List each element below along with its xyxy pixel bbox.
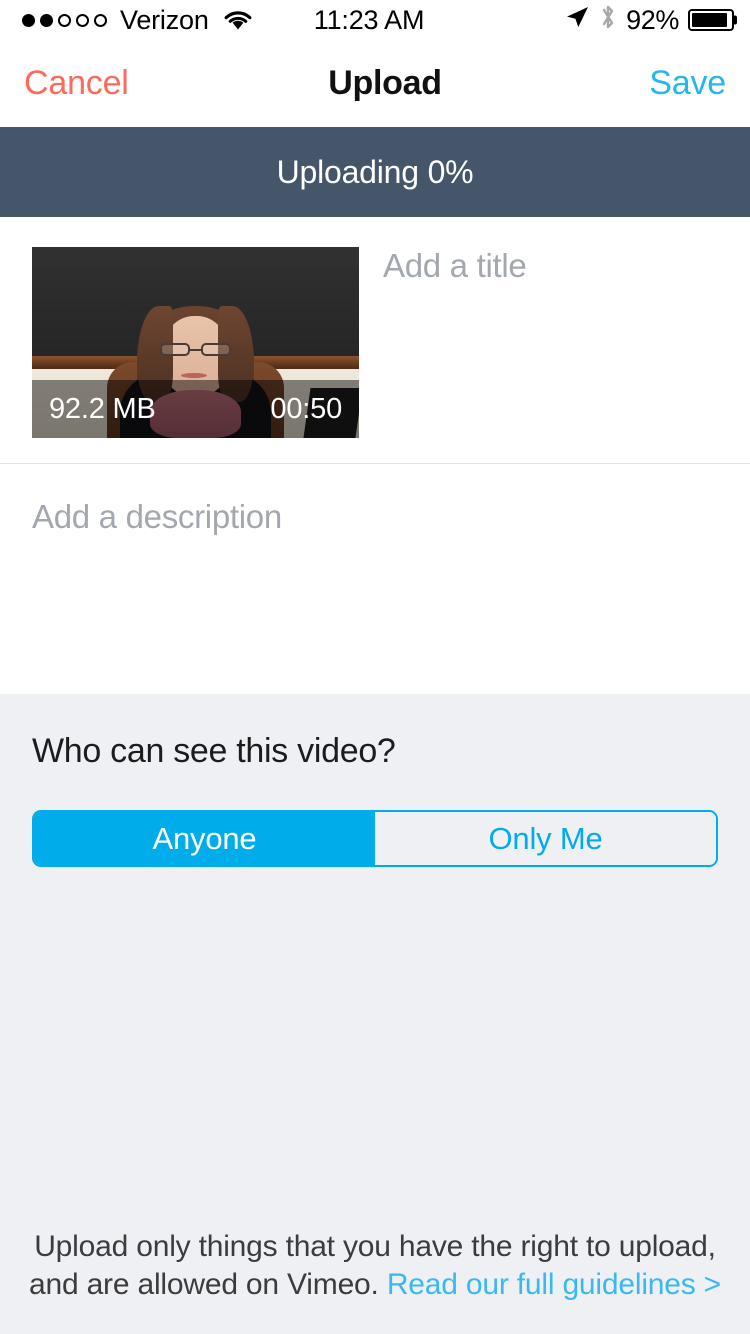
bluetooth-icon (599, 3, 617, 38)
privacy-option-anyone-label: Anyone (152, 820, 257, 856)
video-duration-label: 00:50 (270, 392, 342, 425)
file-size-label: 92.2 MB (49, 392, 156, 425)
carrier-label: Verizon (120, 4, 209, 35)
privacy-question-label: Who can see this video? (32, 732, 396, 770)
upload-progress-banner: Uploading 0% (0, 127, 750, 217)
video-and-title-row: 92.2 MB 00:50 Add a title (0, 217, 750, 463)
privacy-option-only-me-label: Only Me (488, 820, 603, 856)
upload-progress-label: Uploading 0% (276, 153, 474, 190)
navigation-bar: Cancel Upload Save (0, 40, 750, 127)
wifi-icon (223, 9, 253, 31)
upload-screen: Verizon 11:23 AM 92% Cancel Upload Save … (0, 0, 750, 1334)
privacy-segmented-control[interactable]: Anyone Only Me (32, 810, 718, 867)
signal-strength-icon (22, 13, 107, 27)
status-bar-right: 92% (430, 3, 738, 38)
location-arrow-icon (564, 4, 590, 37)
title-placeholder: Add a title (383, 247, 527, 284)
cancel-button[interactable]: Cancel (24, 64, 129, 103)
battery-icon (688, 9, 738, 31)
guidelines-link[interactable]: Read our full guidelines > (387, 1268, 721, 1301)
status-bar-left: Verizon (16, 5, 320, 36)
page-title: Upload (328, 64, 442, 102)
privacy-option-anyone[interactable]: Anyone (34, 812, 375, 865)
description-input[interactable]: Add a description (0, 464, 750, 694)
status-bar: Verizon 11:23 AM 92% (0, 0, 750, 40)
battery-percent-label: 92% (626, 4, 680, 35)
description-placeholder: Add a description (32, 498, 282, 535)
save-button[interactable]: Save (649, 64, 726, 103)
clock-label: 11:23 AM (313, 4, 425, 35)
upload-guidelines-note: Upload only things that you have the rig… (0, 1228, 750, 1304)
title-input[interactable]: Add a title (383, 247, 723, 305)
privacy-option-only-me[interactable]: Only Me (375, 812, 716, 865)
privacy-section: Who can see this video? Anyone Only Me U… (0, 694, 750, 1334)
thumbnail-info-overlay: 92.2 MB 00:50 (32, 380, 359, 438)
video-thumbnail[interactable]: 92.2 MB 00:50 (32, 247, 359, 438)
